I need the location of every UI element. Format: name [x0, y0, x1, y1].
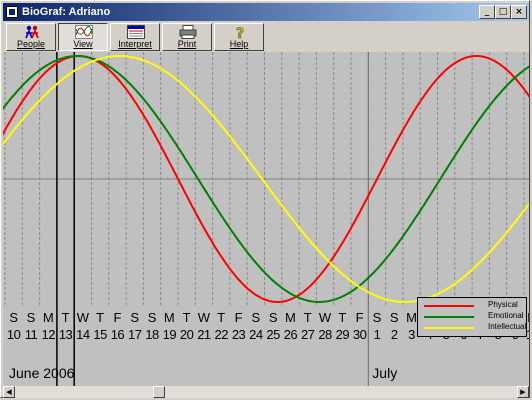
legend-label-physical: Physical: [488, 300, 518, 309]
day-date-label: 12: [42, 327, 56, 342]
legend-item-physical: Physical: [418, 300, 526, 310]
svg-text:?: ?: [236, 26, 244, 39]
day-date-label: 24: [249, 327, 263, 342]
day-date-label: 20: [180, 327, 194, 342]
day-date-label: 3: [408, 327, 415, 342]
toolbar: People View Interpret Print ? Help: [3, 22, 529, 52]
day-letter-label: S: [390, 310, 399, 325]
day-letter-label: T: [338, 310, 346, 325]
day-date-label: 27: [301, 327, 315, 342]
scroll-right-button[interactable]: ▶: [517, 386, 529, 398]
question-mark-icon: ?: [236, 26, 245, 39]
interpret-label: Interpret: [118, 39, 152, 49]
people-icon: [25, 25, 39, 39]
day-date-label: 22: [215, 327, 229, 342]
month-label: June 2006: [9, 365, 75, 381]
day-letter-label: W: [319, 310, 332, 325]
day-letter-label: T: [304, 310, 312, 325]
close-button[interactable]: ×: [511, 5, 527, 19]
day-date-label: 13: [59, 327, 73, 342]
day-letter-label: T: [62, 310, 70, 325]
day-letter-label: W: [77, 310, 90, 325]
day-date-label: 19: [163, 327, 177, 342]
print-button[interactable]: Print: [162, 23, 212, 51]
day-date-label: 17: [128, 327, 142, 342]
day-date-label: 1: [374, 327, 381, 342]
day-date-label: 23: [232, 327, 246, 342]
scrollbar-thumb[interactable]: [153, 386, 165, 398]
maximize-button[interactable]: □: [495, 5, 511, 19]
day-date-label: 29: [336, 327, 350, 342]
biorhythm-chart[interactable]: S 10 S 11 M 12 T 13 W 14 T 15 F 16 S 17 S 18 M 19 T 20 W 21 T 22 F…: [3, 52, 529, 386]
legend-item-intellectual: Intellectual: [418, 322, 526, 332]
day-letter-label: S: [9, 310, 18, 325]
legend-item-emotional: Emotional: [418, 311, 526, 321]
scroll-left-button[interactable]: ◀: [3, 386, 15, 398]
people-label: People: [16, 39, 46, 49]
day-date-label: 30: [353, 327, 367, 342]
day-date-label: 15: [93, 327, 107, 342]
day-letter-label: T: [183, 310, 191, 325]
day-letter-label: F: [235, 310, 243, 325]
print-label: Print: [177, 39, 197, 49]
interpret-button[interactable]: Interpret: [110, 23, 160, 51]
day-letter-label: S: [27, 310, 36, 325]
title-bar[interactable]: BioGraf: Adriano _ □ ×: [3, 3, 529, 21]
people-button[interactable]: People: [6, 23, 56, 51]
day-letter-label: S: [373, 310, 382, 325]
day-date-label: 14: [76, 327, 90, 342]
day-date-label: 2: [391, 327, 398, 342]
window-title: BioGraf: Adriano: [22, 6, 111, 18]
view-label: View: [73, 39, 93, 49]
view-chart-icon: [75, 25, 93, 39]
view-button[interactable]: View: [58, 23, 108, 51]
help-button[interactable]: ? Help: [214, 23, 264, 51]
day-letter-label: M: [527, 310, 529, 325]
day-date-label: 28: [318, 327, 332, 342]
interpret-table-icon: [127, 25, 145, 39]
printer-icon: [179, 25, 197, 39]
legend-label-intellectual: Intellectual: [488, 322, 527, 331]
day-letter-label: W: [198, 310, 211, 325]
minimize-button[interactable]: _: [479, 5, 495, 19]
day-letter-label: F: [113, 310, 121, 325]
day-date-label: 25: [266, 327, 280, 342]
day-letter-label: S: [269, 310, 278, 325]
month-label: July: [372, 365, 397, 381]
day-date-label: 10: [7, 327, 21, 342]
legend-swatch-intellectual: [424, 327, 474, 329]
day-letter-label: M: [164, 310, 175, 325]
app-window: BioGraf: Adriano _ □ × People View Inter…: [0, 0, 530, 398]
day-letter-label: M: [43, 310, 54, 325]
day-letter-label: S: [130, 310, 139, 325]
day-date-label: 11: [25, 327, 38, 342]
legend-swatch-emotional: [424, 316, 474, 318]
legend-swatch-physical: [424, 305, 474, 307]
app-icon: [6, 6, 18, 18]
day-letter-label: M: [406, 310, 417, 325]
day-letter-label: S: [252, 310, 261, 325]
day-letter-label: M: [285, 310, 296, 325]
day-letter-label: T: [96, 310, 104, 325]
legend-label-emotional: Emotional: [488, 311, 524, 320]
horizontal-scrollbar[interactable]: ◀ ▶: [3, 386, 529, 398]
day-date-label: 18: [145, 327, 159, 342]
day-letter-label: S: [148, 310, 157, 325]
day-date-label: 21: [197, 327, 211, 342]
chart-legend: Physical Emotional Intellectual: [417, 297, 527, 337]
day-letter-label: F: [356, 310, 364, 325]
help-label: Help: [229, 39, 249, 49]
day-letter-label: T: [217, 310, 225, 325]
day-date-label: 16: [111, 327, 125, 342]
day-date-label: 26: [284, 327, 298, 342]
